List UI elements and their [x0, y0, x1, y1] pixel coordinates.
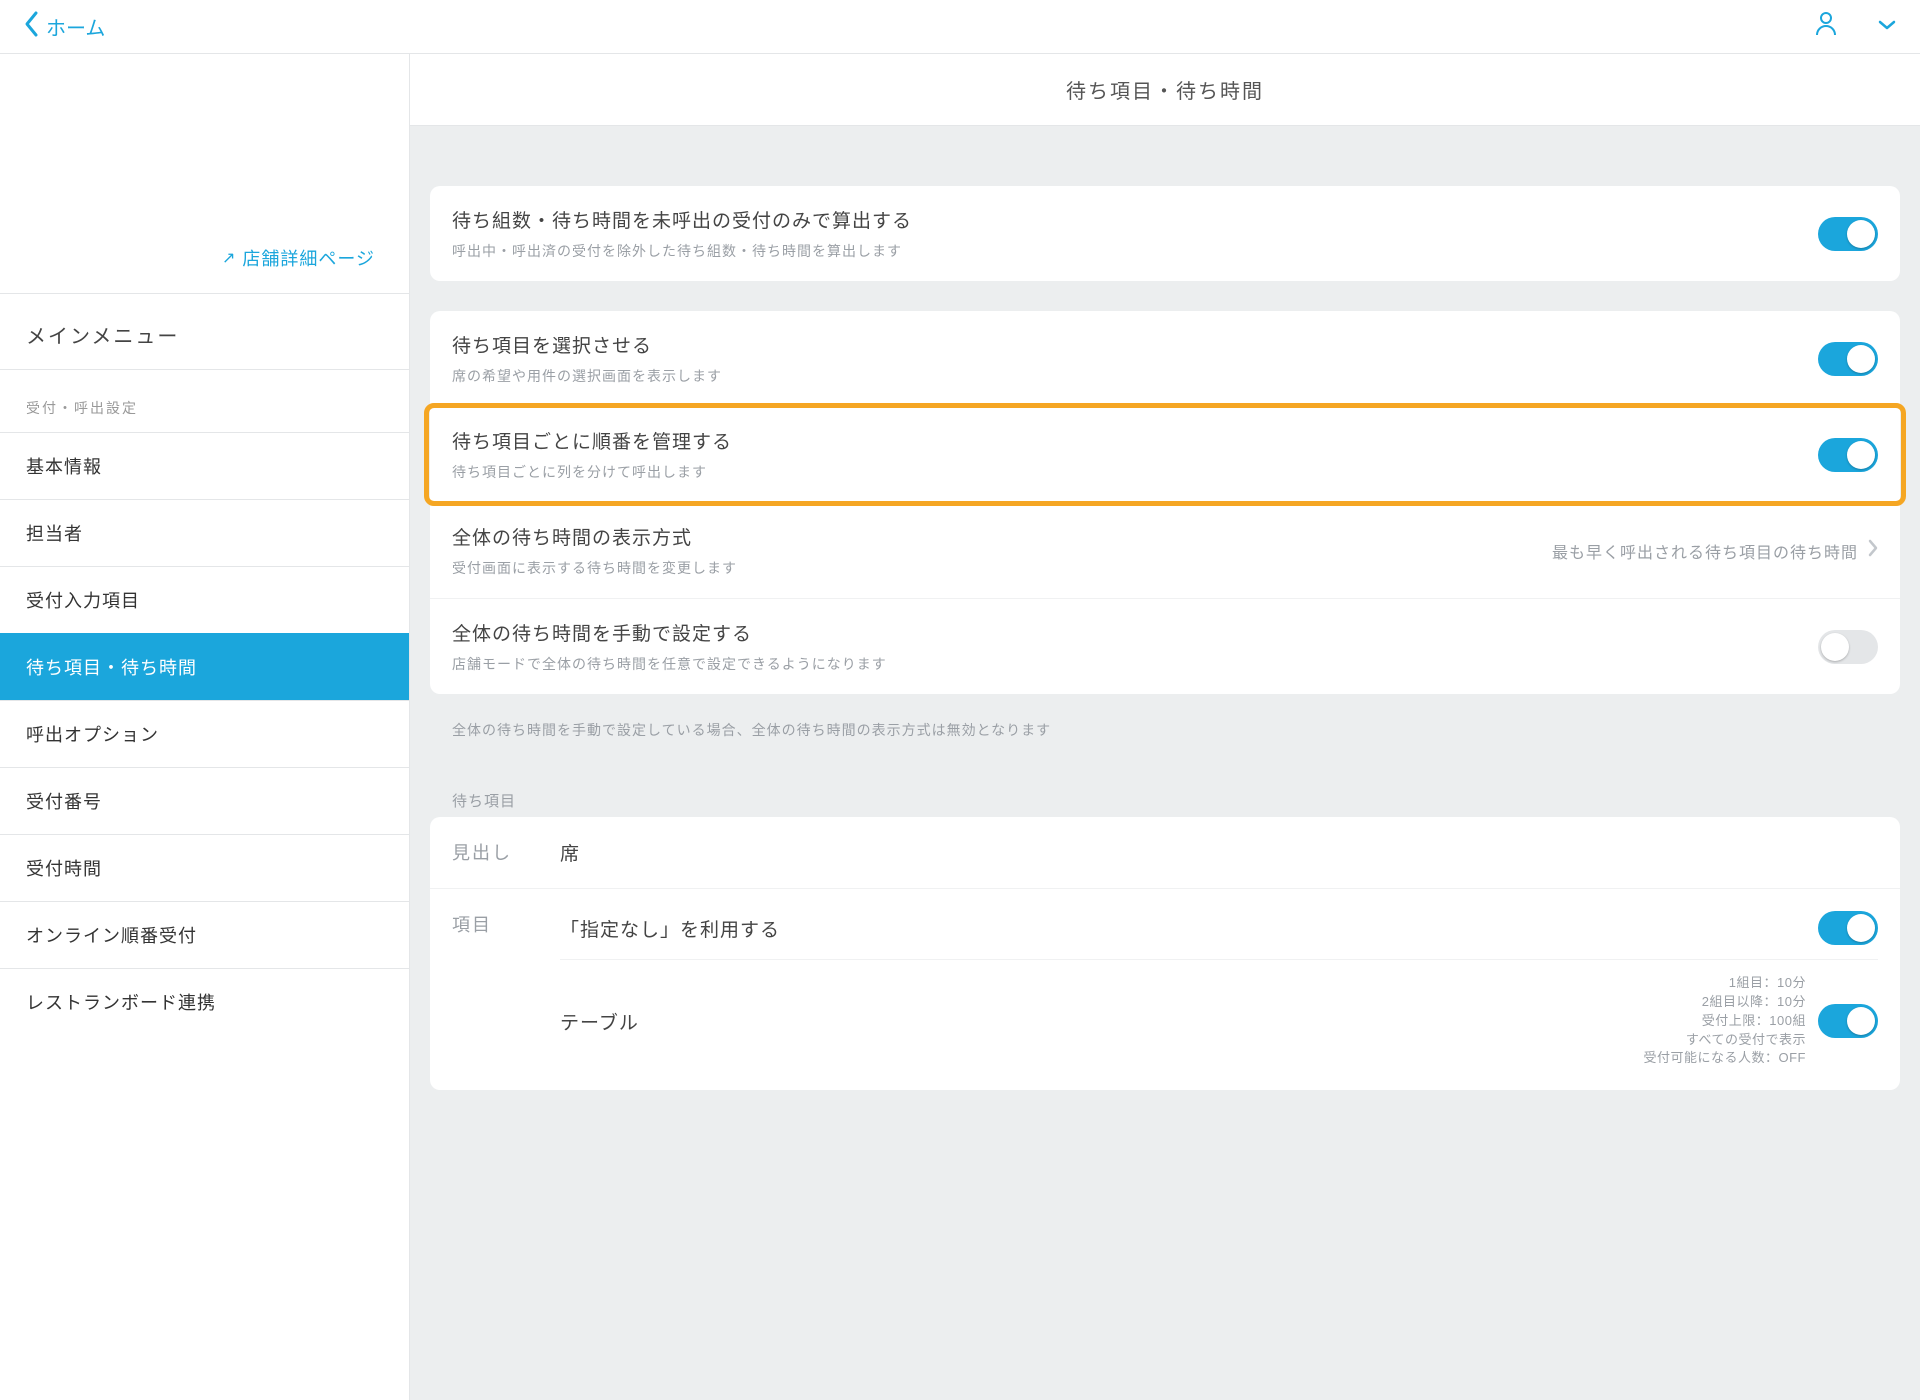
heading-key: 見出し — [430, 817, 560, 887]
sidebar-item-restaurant-board[interactable]: レストランボード連携 — [0, 968, 409, 1035]
entry-table-details: 1組目：10分 2組目以降：10分 受付上限：100組 すべての受付で表示 受付… — [1644, 974, 1807, 1068]
sidebar-item-staff[interactable]: 担当者 — [0, 499, 409, 566]
store-details-link[interactable]: ↗ 店舗詳細ページ — [222, 245, 375, 271]
entry-use-none: 「指定なし」を利用する — [560, 911, 1878, 960]
wait-items-heading-row[interactable]: 見出し 席 — [430, 817, 1900, 889]
sidebar-item-call-options[interactable]: 呼出オプション — [0, 700, 409, 767]
back-label: ホーム — [46, 12, 105, 41]
heading-val: 席 — [560, 817, 1900, 888]
card-calc-uncalled: 待ち組数・待ち時間を未呼出の受付のみで算出する 呼出中・呼出済の受付を除外した待… — [430, 186, 1900, 281]
row-select-wait-item: 待ち項目を選択させる 席の希望や用件の選択画面を表示します — [430, 311, 1900, 407]
content-title: 待ち項目・待ち時間 — [410, 54, 1920, 126]
row-manage-per-item: 待ち項目ごとに順番を管理する 待ち項目ごとに列を分けて呼出します — [430, 407, 1900, 503]
sidebar-item-reception-hours[interactable]: 受付時間 — [0, 834, 409, 901]
sidebar-item-reception-fields[interactable]: 受付入力項目 — [0, 566, 409, 633]
row-calc-uncalled: 待ち組数・待ち時間を未呼出の受付のみで算出する 呼出中・呼出済の受付を除外した待… — [430, 186, 1900, 281]
wait-items-entries-row: 項目 「指定なし」を利用する テーブル 1組目：10分 2組目以降：10分 — [430, 889, 1900, 1090]
toggle-manage-per-item[interactable] — [1818, 438, 1878, 472]
content-panel: 待ち項目・待ち時間 待ち組数・待ち時間を未呼出の受付のみで算出する 呼出中・呼出… — [410, 54, 1920, 1400]
wait-items-heading: 待ち項目 — [430, 750, 1900, 817]
user-menu[interactable] — [1814, 10, 1896, 43]
back-button[interactable]: ホーム — [24, 10, 105, 43]
chevron-left-icon — [24, 10, 40, 43]
user-icon — [1814, 10, 1838, 43]
sidebar-item-wait-items[interactable]: 待ち項目・待ち時間 — [0, 633, 409, 700]
topbar: ホーム — [0, 0, 1920, 54]
row-desc: 呼出中・呼出済の受付を除外した待ち組数・待ち時間を算出します — [452, 241, 1818, 261]
content-scroll[interactable]: 待ち組数・待ち時間を未呼出の受付のみで算出する 呼出中・呼出済の受付を除外した待… — [410, 126, 1920, 1400]
chevron-down-icon — [1878, 18, 1896, 36]
store-details-label: 店舗詳細ページ — [242, 245, 375, 271]
entry-table[interactable]: テーブル 1組目：10分 2組目以降：10分 受付上限：100組 すべての受付で… — [560, 960, 1878, 1068]
main-menu-label: メインメニュー — [0, 294, 409, 369]
toggle-use-none[interactable] — [1818, 911, 1878, 945]
entries-key: 項目 — [430, 889, 560, 959]
sidebar-item-basic-info[interactable]: 基本情報 — [0, 432, 409, 499]
sidebar-item-ticket-number[interactable]: 受付番号 — [0, 767, 409, 834]
sidebar: ↗ 店舗詳細ページ メインメニュー 受付・呼出設定 基本情報 担当者 受付入力項… — [0, 54, 410, 1400]
toggle-entry-table[interactable] — [1818, 1004, 1878, 1038]
card-wait-item-settings: 待ち項目を選択させる 席の希望や用件の選択画面を表示します 待ち項目ごとに順番を… — [430, 311, 1900, 694]
display-mode-value: 最も早く呼出される待ち項目の待ち時間 — [1552, 539, 1858, 563]
external-link-icon: ↗ — [222, 248, 236, 268]
toggle-calc-uncalled[interactable] — [1818, 217, 1878, 251]
toggle-manual-wait-time[interactable] — [1818, 630, 1878, 664]
card2-footnote: 全体の待ち時間を手動で設定している場合、全体の待ち時間の表示方式は無効となります — [430, 706, 1900, 744]
toggle-select-wait-item[interactable] — [1818, 342, 1878, 376]
sidebar-main-menu[interactable]: メインメニュー — [0, 294, 409, 370]
sidebar-header: ↗ 店舗詳細ページ — [0, 54, 409, 294]
sidebar-item-online-queue[interactable]: オンライン順番受付 — [0, 901, 409, 968]
row-display-mode[interactable]: 全体の待ち時間の表示方式 受付画面に表示する待ち時間を変更します 最も早く呼出さ… — [430, 503, 1900, 599]
card-wait-items: 見出し 席 項目 「指定なし」を利用する テーブル — [430, 817, 1900, 1090]
row-manual-wait-time: 全体の待ち時間を手動で設定する 店舗モードで全体の待ち時間を任意で設定できるよう… — [430, 599, 1900, 694]
sidebar-section-label: 受付・呼出設定 — [0, 370, 409, 432]
row-title: 待ち組数・待ち時間を未呼出の受付のみで算出する — [452, 206, 1818, 233]
chevron-right-icon — [1868, 539, 1878, 563]
